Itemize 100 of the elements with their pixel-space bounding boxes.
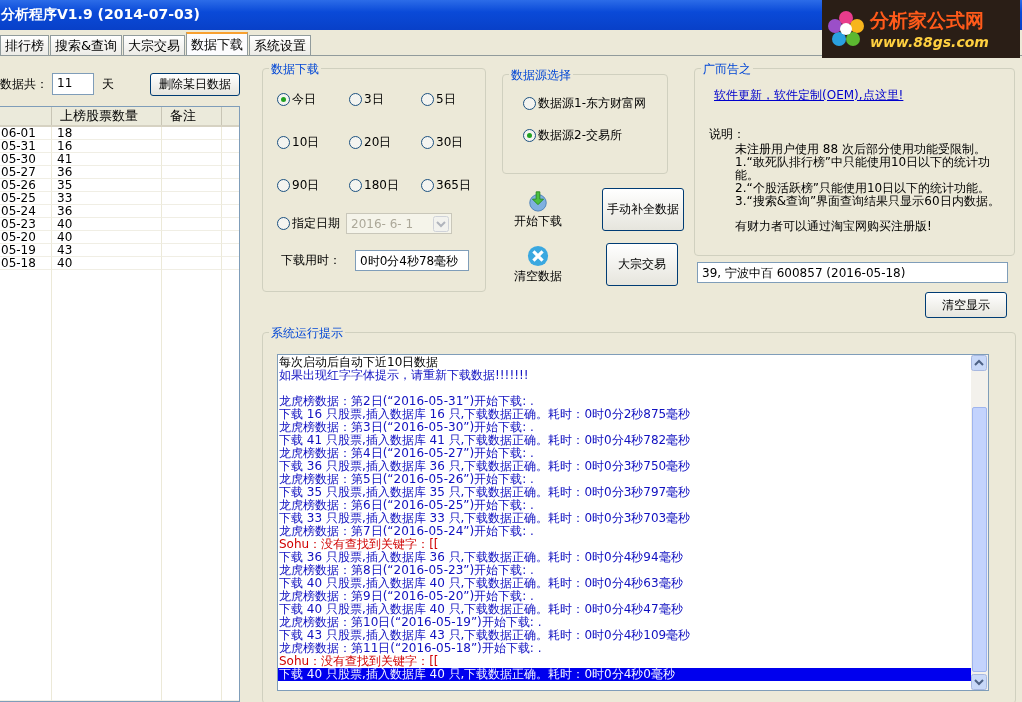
table-cell: 43 — [52, 244, 162, 257]
table-cell: 05-19 — [0, 244, 52, 257]
log-line: 下载 35 只股票,插入数据库 35 只,下载数据正确。耗时：0时0分3秒797毫秒 — [278, 486, 692, 499]
log-line: 龙虎榜数据：第4日(“2016-05-27”)开始下载: . — [278, 447, 535, 460]
notes-heading: 说明： — [709, 126, 746, 143]
radio-option[interactable]: 20日 — [349, 134, 421, 150]
group-title: 广而告之 — [701, 61, 753, 78]
log-line: 龙虎榜数据：第11日(“2016-05-18”)开始下载: . — [278, 642, 543, 655]
radio-option[interactable]: 10日 — [277, 134, 349, 150]
logo-name: 分析家公式网 — [870, 8, 985, 33]
table-cell: 18 — [52, 127, 162, 140]
block-trade-button[interactable]: 大宗交易 — [606, 243, 678, 286]
log-line: 龙虎榜数据：第3日(“2016-05-30”)开始下载: . — [278, 421, 535, 434]
table-cell: 16 — [52, 140, 162, 153]
table-cell — [162, 257, 222, 270]
table-cell: 05-30 — [0, 153, 52, 166]
delete-button[interactable]: 删除某日数据 — [150, 72, 240, 96]
table-cell — [162, 244, 222, 257]
table-cell: 35 — [52, 179, 162, 192]
log-line: 下载 16 只股票,插入数据库 16 只,下载数据正确。耗时：0时0分2秒875毫秒 — [278, 408, 692, 421]
table-cell: 05-26 — [0, 179, 52, 192]
update-link[interactable]: 软件更新，软件定制(OEM),点这里! — [714, 87, 1008, 104]
scroll-down-icon[interactable] — [971, 674, 987, 690]
close-icon — [527, 244, 549, 267]
elapsed-field[interactable]: 0时0分4秒78毫秒 — [355, 250, 469, 271]
table-cell — [162, 192, 222, 205]
table-cell: 36 — [52, 166, 162, 179]
tab[interactable]: 数据下载 — [186, 32, 249, 55]
log-line: 龙虎榜数据：第6日(“2016-05-25”)开始下载: . — [278, 499, 535, 512]
note-text: 有财力者可以通过淘宝网购买注册版! — [734, 220, 933, 233]
logo-url: www.88gs.com — [870, 34, 989, 50]
radio-option[interactable]: 5日 — [421, 91, 485, 107]
table-cell: 05-20 — [0, 231, 52, 244]
tab[interactable]: 搜索&查询 — [50, 35, 123, 55]
start-download-button[interactable]: 开始下载 — [500, 189, 562, 230]
table-cell: 40 — [52, 257, 162, 270]
note-text: 未注册用户使用 88 次后部分使用功能受限制。 — [734, 143, 987, 156]
log-line: 龙虎榜数据：第7日(“2016-05-24”)开始下载: . — [278, 525, 535, 538]
table-cell — [162, 166, 222, 179]
table-cell: 36 — [52, 205, 162, 218]
table-cell: 40 — [52, 218, 162, 231]
flower-icon — [826, 9, 866, 49]
log-line: 下载 43 只股票,插入数据库 43 只,下载数据正确。耗时：0时0分4秒109毫秒 — [278, 629, 692, 642]
tab[interactable]: 系统设置 — [249, 35, 312, 55]
unit-label: 天 — [102, 75, 114, 93]
table-cell: 05-31 — [0, 140, 52, 153]
log-line: 龙虎榜数据：第10日(“2016-05-19”)开始下载: . — [278, 616, 543, 629]
elapsed-label: 下载用时： — [281, 252, 341, 269]
info-field[interactable]: 39, 宁波中百 600857 (2016-05-18) — [697, 262, 1008, 283]
download-icon — [527, 189, 549, 212]
group-title: 数据下载 — [269, 61, 321, 78]
log-line: 下载 36 只股票,插入数据库 36 只,下载数据正确。耗时：0时0分3秒750毫秒 — [278, 460, 692, 473]
table-cell: 06-01 — [0, 127, 52, 140]
radio-option[interactable]: 3日 — [349, 91, 421, 107]
log-line: Sohu：没有查找到关键字：[[ — [278, 655, 440, 668]
count-field[interactable]: 11 — [52, 73, 94, 95]
scroll-thumb[interactable] — [972, 407, 987, 672]
clear-data-button[interactable]: 清空数据 — [500, 244, 562, 285]
log-line: 龙虎榜数据：第5日(“2016-05-26”)开始下载: . — [278, 473, 535, 486]
column-header[interactable]: 上榜股票数量 — [52, 107, 162, 125]
table-cell: 05-24 — [0, 205, 52, 218]
log-line: 下载 36 只股票,插入数据库 36 只,下载数据正确。耗时：0时0分4秒94毫秒 — [278, 551, 684, 564]
table-cell — [162, 218, 222, 231]
table-cell: 05-18 — [0, 257, 52, 270]
table-cell — [162, 140, 222, 153]
note-text: 3.“搜索&查询”界面查询结果只显示60日内数据。 — [734, 195, 1001, 208]
window-title: 分析程序V1.9 (2014-07-03) — [0, 6, 200, 24]
note-text: 2.“个股活跃榜”只能使用10日以下的统计功能。 — [734, 182, 992, 195]
log-line: 龙虎榜数据：第2日(“2016-05-31”)开始下载: . — [278, 395, 535, 408]
scroll-up-icon[interactable] — [971, 355, 987, 371]
log-line: 龙虎榜数据：第8日(“2016-05-23”)开始下载: . — [278, 564, 535, 577]
tab[interactable]: 大宗交易 — [123, 35, 186, 55]
table-cell: 33 — [52, 192, 162, 205]
radio-option[interactable]: 数据源1-东方财富网 — [523, 95, 667, 111]
scrollbar[interactable] — [971, 355, 988, 690]
clear-display-button[interactable]: 清空显示 — [925, 292, 1007, 318]
radio-option[interactable]: 365日 — [421, 177, 485, 193]
table-cell — [162, 231, 222, 244]
table-cell — [162, 153, 222, 166]
log-line: 下载 33 只股票,插入数据库 33 只,下载数据正确。耗时：0时0分3秒703毫秒 — [278, 512, 692, 525]
group-title: 数据源选择 — [509, 67, 573, 84]
fill-data-button[interactable]: 手动补全数据 — [602, 188, 684, 231]
radio-option[interactable]: 30日 — [421, 134, 485, 150]
radio-option[interactable]: 今日 — [277, 91, 349, 107]
group-title: 系统运行提示 — [269, 325, 345, 342]
column-header[interactable]: 备注 — [162, 107, 222, 125]
log-line: Sohu：没有查找到关键字：[[ — [278, 538, 440, 551]
log-line: 如果出现红字字体提示，请重新下载数据!!!!!!! — [278, 369, 530, 382]
log-line: 下载 41 只股票,插入数据库 41 只,下载数据正确。耗时：0时0分4秒782毫秒 — [278, 434, 692, 447]
log-line: 龙虎榜数据：第9日(“2016-05-20”)开始下载: . — [278, 590, 535, 603]
table-cell: 40 — [52, 231, 162, 244]
log-line: 下载 40 只股票,插入数据库 40 只,下载数据正确。耗时：0时0分4秒47毫秒 — [278, 603, 684, 616]
tab[interactable]: 排行榜 — [0, 35, 49, 55]
table-cell: 05-23 — [0, 218, 52, 231]
table-cell: 05-25 — [0, 192, 52, 205]
table-cell — [162, 205, 222, 218]
radio-option[interactable]: 180日 — [349, 177, 421, 193]
caret-icon — [433, 215, 449, 232]
radio-option[interactable]: 90日 — [277, 177, 349, 193]
radio-option[interactable]: 数据源2-交易所 — [523, 127, 667, 143]
